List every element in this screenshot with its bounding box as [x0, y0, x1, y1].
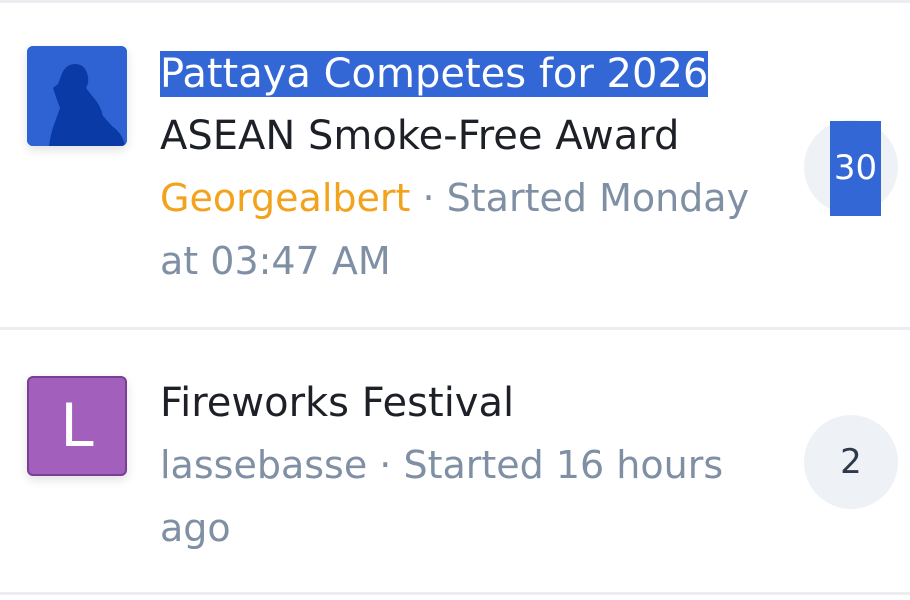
meta-separator: · — [410, 176, 447, 220]
thread-title[interactable]: Fireworks Festival — [160, 372, 780, 434]
thread-main: Pattaya Competes for 2026 ASEAN Smoke-Fr… — [160, 43, 780, 293]
thread-title[interactable]: Pattaya Competes for 2026 — [160, 43, 780, 105]
user-silhouette-icon — [27, 46, 127, 146]
thread-meta: lassebasse · Started 16 hours ago — [160, 434, 770, 560]
thread-author-link[interactable]: lassebasse — [160, 443, 367, 487]
thread-row[interactable]: Pattaya Competes for 2026 ASEAN Smoke-Fr… — [0, 3, 910, 330]
reply-count-badge: 2 — [804, 415, 898, 509]
thread-main: Fireworks Festival lassebasse · Started … — [160, 372, 780, 560]
thread-title-continued[interactable]: ASEAN Smoke-Free Award — [160, 105, 780, 167]
meta-separator: · — [367, 443, 404, 487]
thread-author-link[interactable]: Georgealbert — [160, 176, 410, 220]
author-avatar[interactable]: L — [27, 376, 127, 476]
thread-title-selected-text[interactable]: Pattaya Competes for 2026 — [160, 51, 709, 97]
thread-meta: Georgealbert · Started Monday at 03:47 A… — [160, 167, 770, 293]
author-avatar[interactable] — [27, 46, 127, 146]
thread-list: Pattaya Competes for 2026 ASEAN Smoke-Fr… — [0, 0, 910, 600]
reply-count-selected: 30 — [830, 121, 881, 216]
thread-row[interactable]: L Fireworks Festival lassebasse · Starte… — [0, 330, 910, 595]
